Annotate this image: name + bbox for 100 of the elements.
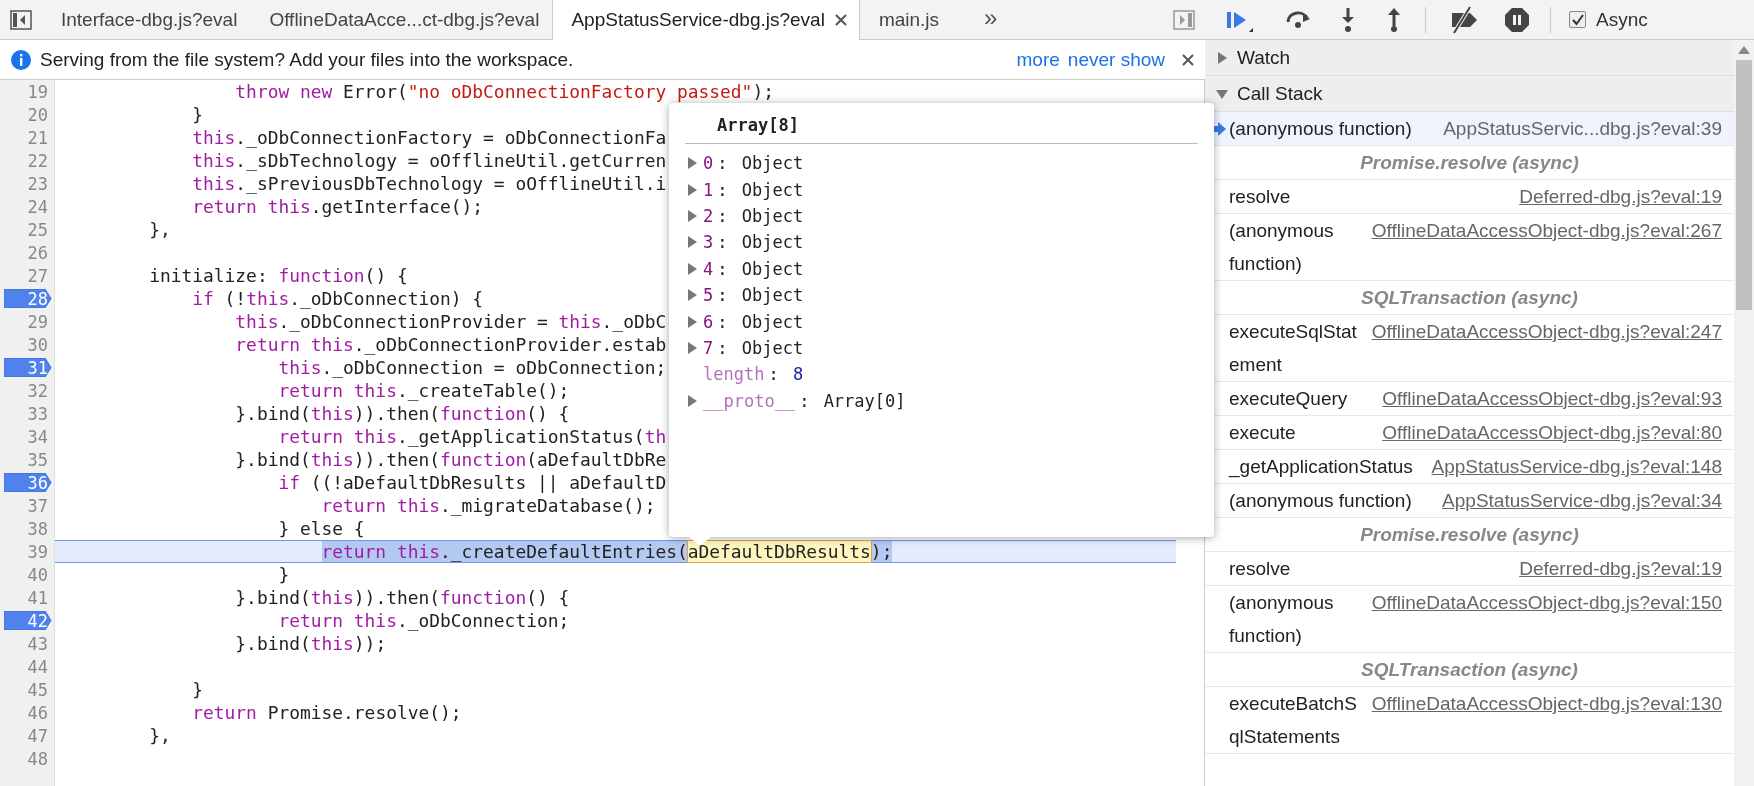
line-number[interactable]: 19 [27,81,48,102]
property-entry[interactable]: 5 : Object [685,285,804,306]
line-number[interactable]: 38 [27,518,48,539]
expand-icon[interactable] [685,314,699,329]
pause-on-exceptions-icon[interactable] [1504,6,1530,33]
code-line: this._oDbConnectionProvider = this._oDbC [234,310,667,333]
expand-icon[interactable] [685,261,699,276]
file-tab[interactable]: AppStatusService-dbg.js?eval [552,0,860,40]
breakpoint-marker[interactable] [4,289,52,308]
file-tab[interactable]: main.js [859,0,953,39]
scroll-up-icon[interactable] [1738,46,1750,54]
panel-toggle-icon[interactable] [10,9,32,30]
popover-title: Array[8] [717,115,799,135]
line-number[interactable]: 33 [27,403,48,424]
code-line: return this._migrateDatabase(); [320,494,656,517]
async-checkbox[interactable] [1569,11,1586,28]
breakpoint-marker[interactable] [4,358,52,377]
code-line: return this._oDbConnection; [277,609,570,632]
section-header[interactable]: Call Stack [1205,76,1734,112]
info-link[interactable]: never show [1067,48,1165,71]
line-number[interactable]: 47 [27,725,48,746]
line-number[interactable]: 25 [27,219,48,240]
line-number[interactable]: 27 [27,265,48,286]
line-number[interactable]: 39 [27,541,48,562]
line-number[interactable]: 45 [27,679,48,700]
expand-icon[interactable] [685,156,699,171]
line-number[interactable]: 23 [27,173,48,194]
expand-icon[interactable] [685,182,699,197]
code-line: }.bind(this)).then(function() { [234,586,570,609]
source-link[interactable]: Deferred-dbg.js?eval:19 [1519,552,1722,585]
more-tabs-button[interactable]: » [952,0,1014,39]
expand-icon[interactable] [685,288,699,303]
line-number[interactable]: 37 [27,495,48,516]
line-number[interactable]: 20 [27,104,48,125]
source-link[interactable]: AppStatusService-dbg.js?eval:148 [1431,450,1722,483]
source-link[interactable]: OfflineDataAccessObject-dbg.js?eval:267 [1371,214,1722,280]
property-entry[interactable]: 6 : Object [685,311,804,332]
expand-icon[interactable] [685,235,699,250]
line-number[interactable]: 34 [27,426,48,447]
code-line: }.bind(this)).then(function() { [234,402,570,425]
close-icon[interactable] [834,14,847,26]
source-link[interactable]: OfflineDataAccessObject-dbg.js?eval:93 [1382,382,1722,415]
source-link[interactable]: AppStatusService-dbg.js?eval:34 [1442,484,1722,517]
line-number[interactable]: 35 [27,449,48,470]
line-number[interactable]: 30 [27,334,48,355]
line-number[interactable]: 46 [27,702,48,723]
code-line: throw new Error("no oDbConnectionFactory passed"); [234,80,774,103]
code-line: }, [148,724,171,747]
code-line: return this._createTable(); [277,379,570,402]
source-link[interactable]: AppStatusServic...dbg.js?eval:39 [1443,112,1722,145]
expand-icon[interactable] [685,340,699,355]
line-number[interactable]: 22 [27,150,48,171]
line-number[interactable]: 48 [27,748,48,769]
code-line: }.bind(this)).then(function(aDefaultDbRe [234,448,667,471]
code-line: return this.getInterface(); [191,195,484,218]
panel-toggle-icon[interactable] [1173,9,1195,30]
property-entry[interactable]: 3 : Object [685,232,804,253]
file-tab[interactable]: OfflineDataAcce...ct-dbg.js?eval [250,0,553,39]
property-entry[interactable]: 7 : Object [685,337,804,358]
property-entry[interactable]: 1 : Object [685,179,804,200]
info-icon [10,48,32,71]
code-line: } [191,103,204,126]
property-entry[interactable]: 4 : Object [685,258,804,279]
code-line: return this._oDbConnectionProvider.estab [234,333,667,356]
async-label[interactable]: Async [1596,8,1648,31]
source-link[interactable]: Deferred-dbg.js?eval:19 [1519,180,1722,213]
expand-icon[interactable] [685,208,699,223]
breakpoint-marker[interactable] [4,611,52,630]
source-link[interactable]: OfflineDataAccessObject-dbg.js?eval:150 [1371,586,1722,652]
property-entry[interactable]: 2 : Object [685,205,804,226]
expand-icon[interactable] [685,393,699,408]
line-number[interactable]: 32 [27,380,48,401]
section-header[interactable]: Watch [1205,40,1734,76]
line-number[interactable]: 43 [27,633,48,654]
line-number[interactable]: 26 [27,242,48,263]
scrollbar-thumb[interactable] [1736,60,1752,310]
source-link[interactable]: OfflineDataAccessObject-dbg.js?eval:130 [1371,687,1722,753]
line-number[interactable]: 29 [27,311,48,332]
code-line: this._sPreviousDbTechnology = oOfflineUtil.i [191,172,667,195]
source-link[interactable]: OfflineDataAccessObject-dbg.js?eval:80 [1382,416,1722,449]
line-number[interactable]: 40 [27,564,48,585]
info-link[interactable]: more [1016,48,1060,71]
breakpoint-marker[interactable] [4,473,52,492]
code-line: if (!this._oDbConnection) { [191,287,484,310]
close-icon[interactable] [1181,52,1195,67]
file-tab[interactable]: Interface-dbg.js?eval [42,0,251,39]
line-number[interactable]: 21 [27,127,48,148]
line-number[interactable]: 44 [27,656,48,677]
expand-icon[interactable] [1215,50,1229,65]
code-line: return this._getApplicationStatus(th [277,425,667,448]
code-line: this._sDbTechnology = oOfflineUtil.getCurren [191,149,667,172]
line-number[interactable]: 24 [27,196,48,217]
property-entry[interactable]: length : 8 [685,364,804,385]
property-entry[interactable]: __proto__ : Array[0] [685,390,906,411]
code-line: if ((!aDefaultDbResults || aDefaultD [277,471,667,494]
code-line: this._oDbConnectionFactory = oDbConnectionFa [191,126,667,149]
line-number[interactable]: 41 [27,587,48,608]
property-entry[interactable]: 0 : Object [685,153,804,174]
source-link[interactable]: OfflineDataAccessObject-dbg.js?eval:247 [1371,315,1722,381]
scrollbar[interactable] [1734,40,1754,786]
